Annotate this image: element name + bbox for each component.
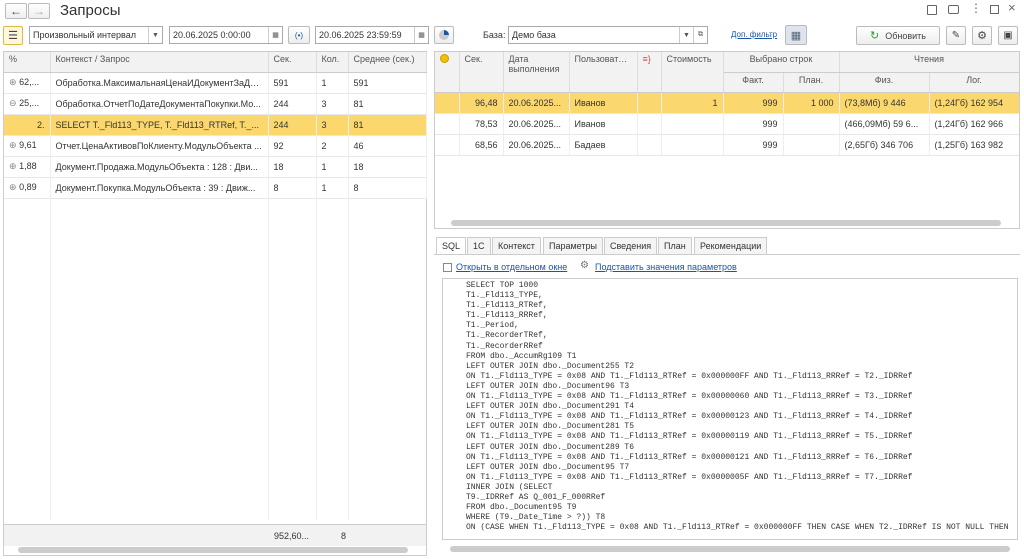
window-button[interactable]: ▣ xyxy=(998,26,1018,45)
col-plan-icon[interactable]: ≡} xyxy=(637,52,662,93)
extra-filter-link[interactable]: Доп. фильтр xyxy=(731,30,777,39)
col-date[interactable]: Дата выполнения xyxy=(503,52,570,93)
date-to-field[interactable]: 20.06.2025 23:59:59 ▦ xyxy=(315,26,429,44)
grid-icon: ▦ xyxy=(790,29,802,42)
col-avg[interactable]: Среднее (сек.) xyxy=(348,52,427,73)
close-icon[interactable]: × xyxy=(1008,0,1016,15)
expand-icon[interactable]: ⊕ xyxy=(9,140,17,150)
back-button[interactable]: ← xyxy=(5,3,27,19)
checkbox-icon[interactable] xyxy=(443,263,452,272)
more-icon[interactable]: ⋮ xyxy=(970,1,982,15)
table-row[interactable]: ⊖ 25,... Обработка.ОтчетПоДатеДокументаПо… xyxy=(4,93,427,115)
link-dates-button[interactable]: (•) xyxy=(288,26,310,44)
maximize-icon[interactable] xyxy=(990,5,999,14)
expand-icon[interactable]: ⊕ xyxy=(9,161,17,171)
parameters-icon: ⚙ xyxy=(580,260,589,271)
tab-recommendations[interactable]: Рекомендации xyxy=(694,237,768,255)
plan-icon: ≡} xyxy=(642,54,651,64)
window-icon: ▣ xyxy=(1003,30,1013,41)
grid-view-button[interactable]: ▦ xyxy=(785,25,807,45)
open-window-link[interactable]: Открыть в отдельном окне xyxy=(456,262,567,272)
col-log[interactable]: Лог. xyxy=(929,72,1019,93)
table-row[interactable]: 78,53 20.06.2025... Иванов 999 (466,09Мб) 59… xyxy=(435,113,1019,135)
chevron-down-icon[interactable]: ▼ xyxy=(679,27,693,43)
sql-text-area[interactable]: SELECT TOP 1000 T1._Fld113_TYPE, T1._Fld… xyxy=(442,278,1018,540)
totals-row: 952,60... 8 xyxy=(4,524,426,546)
col-sec[interactable]: Сек. xyxy=(459,52,504,93)
save-icon[interactable] xyxy=(927,5,937,15)
queries-panel: % Контекст / Запрос Сек. Кол. Среднее (с… xyxy=(3,51,427,556)
col-divider xyxy=(316,192,317,520)
total-count: 8 xyxy=(341,531,347,541)
chevron-down-icon: ▼ xyxy=(148,27,162,43)
col-rows-group: Выбрано строк xyxy=(723,52,840,73)
sql-code: SELECT TOP 1000 T1._Fld113_TYPE, T1._Fld… xyxy=(466,281,1009,533)
col-divider xyxy=(348,192,349,520)
tab-plan[interactable]: План xyxy=(658,237,692,255)
table-row[interactable]: ⊕ 0,89 Документ.Покупка.МодульОбъекта : 3… xyxy=(4,177,427,199)
gear-icon: ⚙ xyxy=(977,30,987,42)
pie-chart-icon xyxy=(439,30,449,40)
table-row[interactable]: ⊕ 62,... Обработка.МаксимальнаяЦенаИДокум… xyxy=(4,72,427,94)
col-plan[interactable]: План. xyxy=(783,72,840,93)
executions-panel: Сек. Дата выполнения Пользователь ≡} Сто… xyxy=(434,51,1020,229)
table-row[interactable]: ⊕ 1,88 Документ.Продажа.МодульОбъекта : 1… xyxy=(4,156,427,178)
queries-table: % Контекст / Запрос Сек. Кол. Среднее (с… xyxy=(4,52,427,199)
status-dot-icon xyxy=(440,54,449,63)
refresh-button[interactable]: ↻ Обновить xyxy=(856,26,940,45)
table-row-selected[interactable]: 96,48 20.06.2025... Иванов 1 999 1 000 (73,8Мб… xyxy=(435,92,1019,114)
hamburger-icon: ☰ xyxy=(8,30,18,42)
interval-select[interactable]: Произвольный интервал ▼ xyxy=(29,26,163,44)
forward-arrow-icon: → xyxy=(33,4,45,18)
refresh-icon: ↻ xyxy=(870,30,880,42)
col-divider xyxy=(268,192,269,520)
period-button[interactable] xyxy=(434,26,454,44)
expand-icon[interactable]: ⊕ xyxy=(9,77,17,87)
tab-1c[interactable]: 1С xyxy=(467,237,491,255)
table-row[interactable]: ⊕ 9,61 Отчет.ЦенаАктивовПоКлиенту.МодульО… xyxy=(4,135,427,157)
collapse-icon[interactable]: ⊖ xyxy=(9,98,17,108)
link-icon: (•) xyxy=(294,30,304,40)
col-divider xyxy=(50,192,51,520)
menu-button[interactable]: ☰ xyxy=(3,26,23,45)
calendar-icon[interactable]: ▦ xyxy=(414,27,428,43)
edit-button[interactable]: ✎ xyxy=(946,26,966,45)
col-sec[interactable]: Сек. xyxy=(268,52,317,73)
horizontal-scrollbar[interactable] xyxy=(18,547,408,553)
forward-button[interactable]: → xyxy=(28,3,50,19)
col-fact[interactable]: Факт. xyxy=(723,72,784,93)
col-context[interactable]: Контекст / Запрос xyxy=(50,52,269,73)
col-cost[interactable]: Стоимость xyxy=(661,52,724,93)
horizontal-scrollbar[interactable] xyxy=(450,546,1010,552)
page-title: Запросы xyxy=(60,2,121,19)
col-percent[interactable]: % xyxy=(4,52,51,73)
table-row-selected[interactable]: 2. SELECT T._Fld113_TYPE, T._Fld113_RTRef… xyxy=(4,114,427,136)
col-count[interactable]: Кол. xyxy=(316,52,349,73)
settings-button[interactable]: ⚙ xyxy=(972,26,992,45)
date-from-field[interactable]: 20.06.2025 0:00:00 ▦ xyxy=(169,26,283,44)
executions-table: Сек. Дата выполнения Пользователь ≡} Сто… xyxy=(435,52,1019,156)
base-select[interactable]: Демо база ▼ ⧉ xyxy=(508,26,708,44)
col-reads-group: Чтения xyxy=(839,52,1019,73)
col-status[interactable] xyxy=(435,52,460,93)
expand-icon[interactable]: ⊕ xyxy=(9,182,17,192)
table-row[interactable]: 68,56 20.06.2025... Бадаев 999 (2,65Гб) 346 … xyxy=(435,134,1019,156)
horizontal-scrollbar[interactable] xyxy=(451,220,1001,226)
tab-parameters[interactable]: Параметры xyxy=(543,237,603,255)
print-icon[interactable] xyxy=(948,5,959,14)
tab-sql[interactable]: SQL xyxy=(436,237,467,255)
col-user[interactable]: Пользователь xyxy=(569,52,638,93)
open-icon[interactable]: ⧉ xyxy=(693,27,707,43)
base-label: База: xyxy=(483,30,506,40)
tab-info[interactable]: Сведения xyxy=(604,237,658,255)
tabs-baseline xyxy=(434,254,1020,255)
tab-context[interactable]: Контекст xyxy=(492,237,541,255)
pencil-icon: ✎ xyxy=(951,30,961,41)
back-arrow-icon: ← xyxy=(10,4,22,18)
col-phys[interactable]: Физ. xyxy=(839,72,930,93)
calendar-icon[interactable]: ▦ xyxy=(268,27,282,43)
substitute-params-link[interactable]: Подставить значения параметров xyxy=(595,262,737,272)
total-sec: 952,60... xyxy=(274,531,310,541)
